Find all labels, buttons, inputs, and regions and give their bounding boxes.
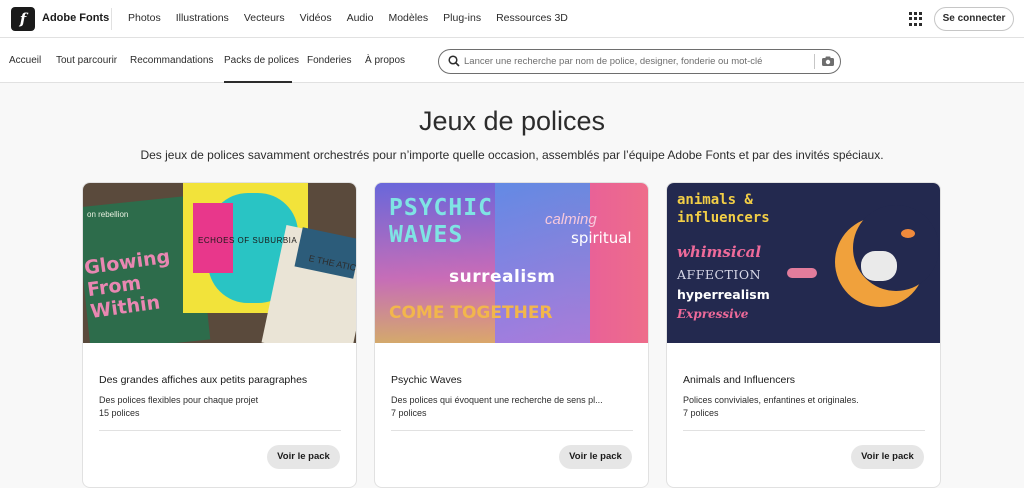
- thumb-text: on rebellion: [87, 210, 129, 219]
- search-field[interactable]: Lancer une recherche par nom de police, …: [438, 49, 841, 74]
- active-tab-indicator: [224, 81, 292, 83]
- search-divider: [814, 54, 815, 69]
- pack-font-count: 7 polices: [683, 408, 719, 418]
- cat-illustration: [861, 251, 897, 281]
- pack-font-count: 7 polices: [391, 408, 427, 418]
- adobe-fonts-logo[interactable]: f: [11, 7, 35, 31]
- pack-description: Polices conviviales, enfantines et origi…: [683, 395, 859, 405]
- thumb-text: calming: [545, 211, 597, 228]
- font-pack-card[interactable]: animals & influencers whimsical AFFECTIO…: [666, 182, 941, 488]
- subnav-recommandations[interactable]: Recommandations: [130, 55, 213, 66]
- pack-thumbnail[interactable]: PSYCHIC WAVES calming spiritual surreali…: [375, 183, 648, 343]
- thumb-text: Glowing From Within: [83, 245, 172, 323]
- font-pack-card[interactable]: on rebellion Glowing From Within ECHOES …: [82, 182, 357, 488]
- global-nav-modeles[interactable]: Modèles: [388, 12, 428, 24]
- global-nav: Photos Illustrations Vecteurs Vidéos Aud…: [128, 12, 583, 24]
- pack-description: Des polices flexibles pour chaque projet: [99, 395, 259, 405]
- fish-illustration: [901, 229, 915, 238]
- pack-name[interactable]: Psychic Waves: [391, 374, 462, 386]
- global-nav-illustrations[interactable]: Illustrations: [176, 12, 229, 24]
- app-switcher-icon[interactable]: [909, 12, 923, 26]
- subnav-a-propos[interactable]: À propos: [365, 55, 405, 66]
- global-nav-plugins[interactable]: Plug-ins: [443, 12, 481, 24]
- page-title: Jeux de polices: [418, 106, 606, 136]
- view-pack-button[interactable]: Voir le pack: [851, 445, 924, 469]
- card-divider: [683, 430, 925, 431]
- pack-font-count: 15 polices: [99, 408, 140, 418]
- sign-in-button[interactable]: Se connecter: [934, 7, 1014, 31]
- pack-thumbnail[interactable]: animals & influencers whimsical AFFECTIO…: [667, 183, 940, 343]
- search-placeholder: Lancer une recherche par nom de police, …: [464, 56, 763, 67]
- thumb-text: spiritual: [571, 229, 632, 247]
- global-nav-vecteurs[interactable]: Vecteurs: [244, 12, 285, 24]
- global-nav-photos[interactable]: Photos: [128, 12, 161, 24]
- subnav-tout-parcourir[interactable]: Tout parcourir: [56, 55, 117, 66]
- pack-description: Des polices qui évoquent une recherche d…: [391, 395, 603, 405]
- fonts-subnav: Accueil Tout parcourir Recommandations P…: [0, 38, 1024, 83]
- thumb-text: whimsical: [677, 243, 762, 261]
- thumb-text: surrealism: [449, 267, 556, 287]
- global-nav-audio[interactable]: Audio: [347, 12, 374, 24]
- pack-name[interactable]: Des grandes affiches aux petits paragrap…: [99, 374, 307, 386]
- subnav-fonderies[interactable]: Fonderies: [307, 55, 351, 66]
- thumb-text: AFFECTION: [677, 267, 762, 282]
- global-nav-ressources-3d[interactable]: Ressources 3D: [496, 12, 568, 24]
- view-pack-button[interactable]: Voir le pack: [559, 445, 632, 469]
- thumb-text: COME TOGETHER: [389, 303, 553, 323]
- thumb-text: Expressive: [677, 307, 749, 321]
- thumb-text: hyperrealism: [677, 287, 770, 302]
- global-nav-videos[interactable]: Vidéos: [300, 12, 332, 24]
- font-pack-card[interactable]: PSYCHIC WAVES calming spiritual surreali…: [374, 182, 649, 488]
- thumb-text: ECHOES OF SUBURBIA: [198, 236, 298, 245]
- camera-icon[interactable]: [821, 55, 835, 67]
- header-divider: [111, 8, 112, 30]
- pack-thumbnail[interactable]: on rebellion Glowing From Within ECHOES …: [83, 183, 356, 343]
- pack-name[interactable]: Animals and Influencers: [683, 374, 795, 386]
- search-icon: [448, 55, 460, 67]
- global-header: f Adobe Fonts Photos Illustrations Vecte…: [0, 0, 1024, 38]
- page-subtitle: Des jeux de polices savamment orchestrés…: [140, 148, 884, 162]
- subnav-packs-de-polices[interactable]: Packs de polices: [224, 55, 299, 66]
- view-pack-button[interactable]: Voir le pack: [267, 445, 340, 469]
- card-divider: [391, 430, 633, 431]
- brand-name[interactable]: Adobe Fonts: [42, 12, 109, 24]
- card-divider: [99, 430, 341, 431]
- thumb-text: PSYCHIC WAVES: [389, 195, 493, 248]
- subnav-accueil[interactable]: Accueil: [9, 55, 41, 66]
- thumb-text: animals & influencers: [677, 192, 770, 226]
